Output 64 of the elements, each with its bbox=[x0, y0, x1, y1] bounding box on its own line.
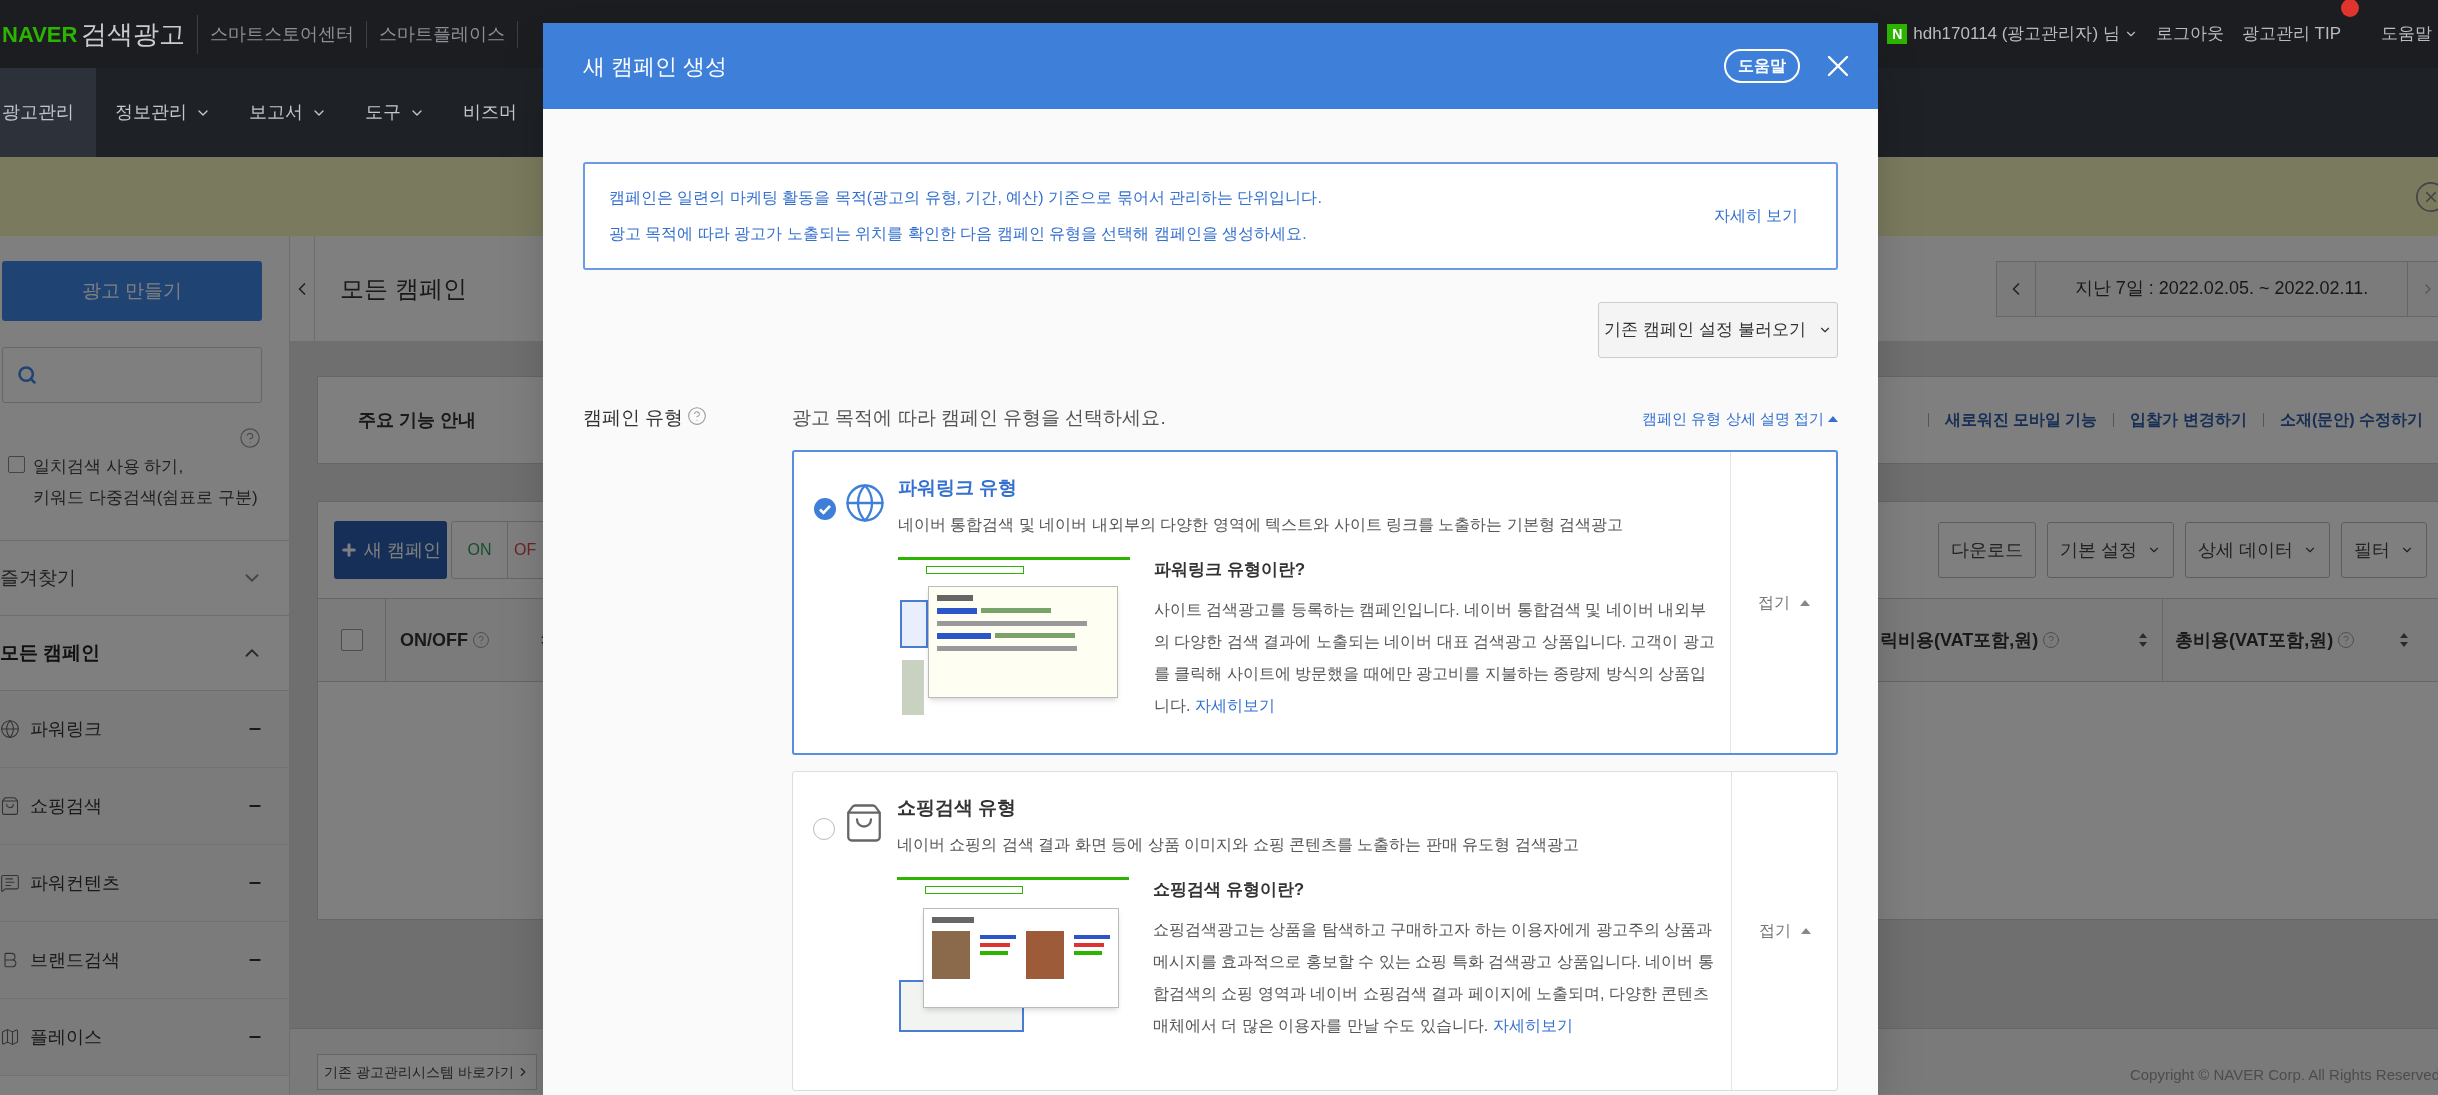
campaign-type-item[interactable]: 쇼핑검색 bbox=[0, 768, 289, 845]
detail-title: 파워링크 유형이란? bbox=[1154, 558, 1307, 581]
instruction-text: 광고 목적에 따라 캠페인 유형을 선택하세요. bbox=[792, 406, 1166, 430]
status-toggle[interactable]: ON bbox=[452, 522, 508, 578]
field-label: 캠페인 유형 bbox=[583, 406, 684, 430]
help-link[interactable]: 도움말 bbox=[2381, 21, 2438, 47]
detail-text: 쇼핑검색광고는 상품을 탐색하고 구매하고자 하는 이용자에게 광고주의 상품과 메시지를 효과적으로 홍보할 수 있는 쇼핑 특화 검색광고 상품입니다. 네이버 통합검색의 쇼핑 영역과 네이버 쇼핑검색 결과 페이지에 노출되며, 다양한 콘텐츠 매체에서 더 많은 이용자를 만날 수도 있습니다. 자세히보기 bbox=[1153, 920, 1715, 1036]
load-settings-dropdown[interactable]: 기존 캠페인 설정 불러오기 bbox=[1598, 302, 1838, 358]
nav-tab[interactable]: 비즈머 bbox=[444, 68, 536, 157]
logout-link[interactable]: 로그아웃 bbox=[2155, 21, 2224, 47]
product-name[interactable]: 검색광고 bbox=[81, 14, 199, 54]
item-label: 쇼핑검색 bbox=[30, 794, 102, 818]
item-label: 플레이스 bbox=[30, 1025, 102, 1049]
option-description: 네이버 통합검색 및 네이버 내외부의 다양한 영역에 텍스트와 사이트 링크를 노출하는 기본형 검색광고 bbox=[898, 514, 1624, 535]
tip-link[interactable]: 광고관리 TIP bbox=[2241, 21, 2363, 47]
feature-link[interactable]: 입찰가 변경하기 bbox=[2130, 408, 2247, 432]
item-label: 브랜드검색 bbox=[30, 948, 120, 972]
create-ad-button[interactable]: 광고 만들기 bbox=[2, 261, 262, 321]
sidebar-section[interactable]: 즐겨찾기 bbox=[0, 541, 289, 616]
toolbar-button[interactable]: 상세 데이터 bbox=[2185, 522, 2330, 578]
info-text: 캠페인은 일련의 마케팅 활동을 목적(광고의 유형, 기간, 예산) 기준으로 묶어서 관리하는 단위입니다. bbox=[609, 188, 1322, 208]
toolbar-button[interactable]: 다운로드 bbox=[1937, 522, 2036, 578]
campaign-type-item[interactable]: 파워링크 bbox=[0, 691, 289, 768]
detail-title: 쇼핑검색 유형이란? bbox=[1153, 878, 1306, 901]
collapse-link[interactable]: 접기 bbox=[1757, 590, 1810, 615]
service-link[interactable]: 스마트플레이스 bbox=[367, 20, 519, 48]
user-menu[interactable]: hdh170114 (광고관리자) 님 bbox=[1913, 21, 2138, 47]
date-range-picker[interactable]: 지난 7일 : 2022.02.05. ~ 2022.02.11. bbox=[1996, 260, 2438, 317]
exact-match-label: 일치검색 사용 하기, 키워드 다중검색(쉼표로 구분) bbox=[33, 456, 258, 509]
column-header[interactable]: ON/OFF bbox=[386, 599, 556, 681]
column-header[interactable]: 총비용(VAT포함,원) bbox=[2163, 599, 2438, 681]
campaign-type-item[interactable]: 브랜드검색 bbox=[0, 922, 289, 999]
new-campaign-button[interactable]: 새 캠페인 bbox=[334, 521, 447, 579]
more-link[interactable]: 자세히보기 bbox=[1194, 697, 1275, 714]
date-range: 지난 7일 : 2022.02.05. ~ 2022.02.11. bbox=[2073, 277, 2370, 300]
service-link[interactable]: 스마트스토어센터 bbox=[198, 20, 368, 48]
dialog-title: 새 캠페인 생성 bbox=[583, 52, 728, 81]
feature-link[interactable]: 소재(문안) 수정하기 bbox=[2279, 408, 2423, 432]
legacy-system-link[interactable]: 기존 광고관리시스템 바로가기 bbox=[317, 1054, 537, 1090]
nav-tab[interactable]: 보고서 bbox=[230, 68, 346, 157]
option-title: 파워링크 유형 bbox=[898, 476, 1019, 500]
nav-tab[interactable]: 정보관리 bbox=[96, 68, 230, 157]
option-title: 쇼핑검색 유형 bbox=[897, 796, 1018, 820]
info-text: 광고 목적에 따라 광고가 노출되는 위치를 확인한 다음 캠페인 유형을 선택해 캠페인을 생성하세요. bbox=[609, 224, 1308, 244]
detail-text: 사이트 검색광고를 등록하는 캠페인입니다. 네이버 통합검색 및 네이버 내외부의 다양한 검색 결과에 노출되는 네이버 대표 검색광고 상품입니다. 고객이 광고를 클릭해 사이트에 방문했을 때에만 광고비를 지불하는 종량제 방식의 상품입니다. 자세히보기 bbox=[1154, 600, 1716, 716]
features-title: 주요 기능 안내 bbox=[358, 408, 476, 432]
more-link[interactable]: 자세히보기 bbox=[1492, 1017, 1573, 1034]
collapse-link[interactable]: 접기 bbox=[1758, 919, 1811, 943]
brand-logo[interactable]: NAVER bbox=[0, 17, 78, 51]
nav-tab[interactable]: 도구 bbox=[346, 68, 444, 157]
page-title: 모든 캠페인 bbox=[340, 273, 467, 304]
toolbar-button[interactable]: 필터 bbox=[2341, 522, 2427, 578]
item-label: 파워링크 bbox=[30, 717, 102, 741]
help-button[interactable]: 도움말 bbox=[1724, 49, 1800, 83]
item-label: 파워컨텐츠 bbox=[30, 871, 120, 895]
option-description: 네이버 쇼핑의 검색 결과 화면 등에 상품 이미지와 쇼핑 콘텐츠를 노출하는 판매 유도형 검색광고 bbox=[897, 834, 1579, 855]
campaign-type-item[interactable]: 파워컨텐츠 bbox=[0, 845, 289, 922]
collapse-details-link[interactable]: 캠페인 유형 상세 설명 접기 bbox=[1642, 408, 1838, 431]
campaign-type-item[interactable]: 플레이스 bbox=[0, 999, 289, 1076]
nav-tab[interactable]: 광고관리 bbox=[0, 68, 96, 157]
user-badge: N bbox=[1887, 24, 1908, 44]
toolbar-button[interactable]: 기본 설정 bbox=[2046, 522, 2174, 578]
more-info-link[interactable]: 자세히 보기 bbox=[1713, 204, 1798, 228]
feature-link[interactable]: 새로워진 모바일 기능 bbox=[1944, 408, 2098, 432]
